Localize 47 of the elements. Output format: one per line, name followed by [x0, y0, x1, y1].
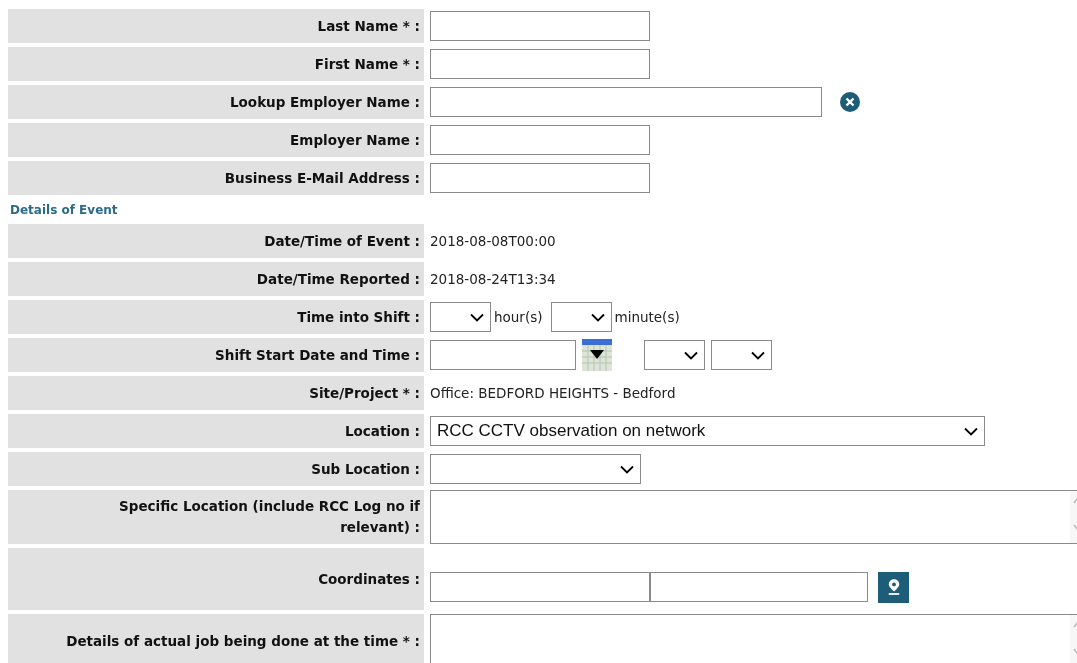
field-label: Specific Location (include RCC Log no if relevant) :: [8, 490, 424, 544]
text-field[interactable]: [430, 11, 650, 41]
longitude-field[interactable]: [650, 572, 868, 602]
dropdown[interactable]: [550, 302, 612, 332]
field-label: Date/Time Reported :: [8, 262, 424, 296]
map-pin-icon: [886, 578, 901, 596]
dropdown[interactable]: [430, 454, 641, 484]
field-label: Time into Shift :: [8, 300, 424, 334]
unit-label: hour(s): [494, 309, 543, 325]
field-label: Coordinates :: [8, 548, 424, 610]
field-label: Site/Project * :: [8, 376, 424, 410]
field-label: Lookup Employer Name :: [8, 85, 424, 119]
field-label: Location :: [8, 414, 424, 448]
section-heading: Details of Event: [9, 202, 119, 219]
text-field[interactable]: [430, 49, 650, 79]
text-field[interactable]: [430, 87, 822, 117]
dropdown[interactable]: [644, 340, 705, 370]
field-label: Last Name * :: [8, 9, 424, 43]
text-area[interactable]: [430, 614, 1077, 663]
field-label: Shift Start Date and Time :: [8, 338, 424, 372]
unit-label: minute(s): [614, 309, 680, 325]
dropdown[interactable]: [430, 302, 491, 332]
date-field[interactable]: [430, 340, 576, 370]
chevron-icon: [470, 312, 484, 322]
field-label: Business E-Mail Address :: [8, 161, 424, 195]
field-value: 2018-08-08T00:00: [430, 233, 556, 249]
chevron-icon: [590, 312, 605, 322]
text-area[interactable]: [430, 490, 1077, 544]
chevron-icon: [684, 350, 698, 360]
chevron-icon: [620, 464, 634, 474]
field-value: 2018-08-24T13:34: [430, 271, 556, 287]
field-label: Date/Time of Event :: [8, 224, 424, 258]
field-label: First Name * :: [8, 47, 424, 81]
clear-icon[interactable]: [840, 92, 860, 112]
calendar-icon[interactable]: [582, 339, 612, 371]
latitude-field[interactable]: [430, 572, 650, 602]
field-label: Details of actual job being done at the time * :: [8, 614, 424, 663]
chevron-icon: [751, 350, 765, 360]
field-label: Employer Name :: [8, 123, 424, 157]
text-field[interactable]: [430, 125, 650, 155]
chevron-icon: [964, 426, 978, 436]
text-field[interactable]: [430, 163, 650, 193]
map-pin-button[interactable]: [878, 571, 909, 603]
field-value: Office: BEDFORD HEIGHTS - Bedford: [430, 385, 676, 401]
dropdown[interactable]: RCC CCTV observation on network: [430, 416, 985, 446]
field-label: Sub Location :: [8, 452, 424, 486]
dropdown[interactable]: [711, 340, 772, 370]
